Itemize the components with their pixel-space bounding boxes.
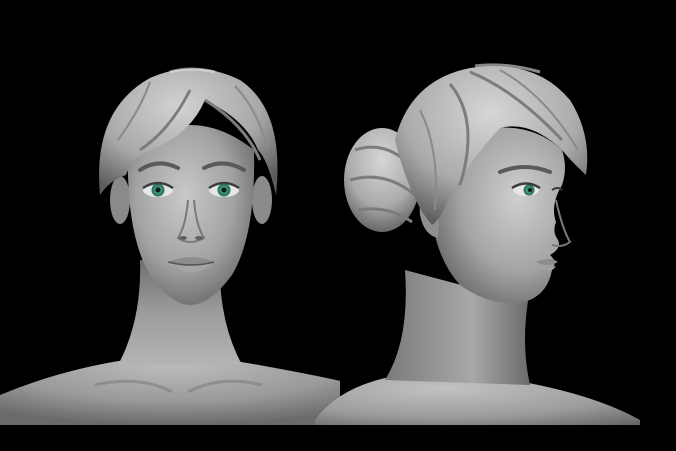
female-head-three-quarter-sculpt-icon bbox=[315, 63, 640, 425]
front-view-render bbox=[0, 0, 340, 451]
female-head-front-sculpt-icon bbox=[0, 67, 340, 425]
side-view-render bbox=[300, 0, 676, 451]
render-canvas bbox=[0, 0, 676, 451]
